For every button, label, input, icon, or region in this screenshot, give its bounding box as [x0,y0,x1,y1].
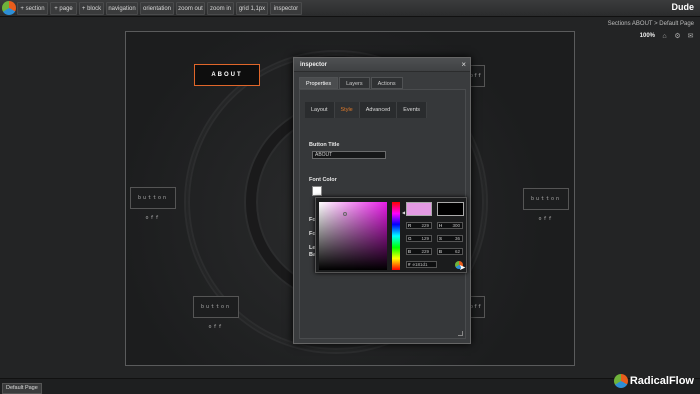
close-icon[interactable]: × [461,60,466,70]
saturation-field[interactable]: S 36 [437,235,463,242]
saturation-value-field[interactable] [319,202,387,270]
sv-cursor-icon[interactable] [343,212,347,216]
property-subtabs: Layout Style Advanced Events [305,102,428,118]
hue-arrow-icon[interactable]: ◀ [402,210,405,215]
app-logo-icon[interactable] [2,1,16,15]
color-picker: ◀ R 229 H 300 G 129 S 36 B 229 B 62 # e181d1 ➤ [315,197,467,273]
page-tab-default[interactable]: Default Page [2,383,42,394]
mail-icon[interactable]: ✉ [687,33,694,40]
green-field[interactable]: G 129 [406,235,432,242]
top-toolbar: + section + page + block navigation orie… [0,0,700,17]
bottom-bar: Default Page [0,378,700,394]
current-color-preview [437,202,464,216]
button-title-input[interactable]: ABOUT [312,151,386,159]
font-color-label: Font Color [309,177,337,183]
settings-icon[interactable]: ⚙ [674,33,681,40]
zoom-level: 100% [639,33,655,39]
blue-field[interactable]: B 229 [406,248,432,255]
grid-button[interactable]: grid 1,1px [236,2,268,15]
brightness-field[interactable]: B 62 [437,248,463,255]
font-color-swatch[interactable] [312,186,322,196]
add-block-button[interactable]: + block [79,2,104,15]
inspector-tabs: Properties Layers Actions [299,77,403,89]
button-title-label: Button Title [309,142,340,148]
orientation-button[interactable]: orientation [140,2,174,15]
tab-properties[interactable]: Properties [299,77,339,89]
resize-handle-icon[interactable] [458,331,463,336]
inspector-title[interactable]: inspector [294,58,470,72]
subtab-events[interactable]: Events [397,102,428,118]
add-section-button[interactable]: + section [17,2,48,15]
subtab-style[interactable]: Style [334,102,360,118]
add-page-button[interactable]: + page [50,2,77,15]
tab-actions[interactable]: Actions [370,77,403,89]
inspector-button[interactable]: inspector [270,2,302,15]
home-icon[interactable]: ⌂ [661,33,668,40]
hue-slider[interactable] [392,202,400,270]
button-off-right[interactable]: button off [523,188,569,222]
button-off-left[interactable]: button off [130,187,176,221]
red-field[interactable]: R 229 [406,222,432,229]
brand-logo: RadicalFlow [613,374,694,388]
radicalflow-logo-icon [613,374,628,388]
zoom-out-button[interactable]: zoom out [176,2,205,15]
zoom-in-button[interactable]: zoom in [207,2,234,15]
hex-field[interactable]: # e181d1 [406,261,437,268]
button-off-bottom[interactable]: button off [193,296,239,330]
tab-layers[interactable]: Layers [339,77,370,89]
zoom-controls: 100% ⌂ ⚙ ✉ [640,31,694,41]
about-button[interactable]: ABOUT [194,64,260,86]
navigation-button[interactable]: navigation [106,2,138,15]
app-title: Dude [671,2,695,12]
new-color-preview [406,202,432,216]
subtab-layout[interactable]: Layout [305,102,335,118]
subtab-advanced[interactable]: Advanced [359,102,398,118]
breadcrumb[interactable]: Sections ABOUT > Default Page [608,21,694,27]
brand-name: RadicalFlow [629,375,694,387]
hue-field[interactable]: H 300 [437,222,463,229]
mouse-pointer-icon: ➤ [459,263,466,272]
